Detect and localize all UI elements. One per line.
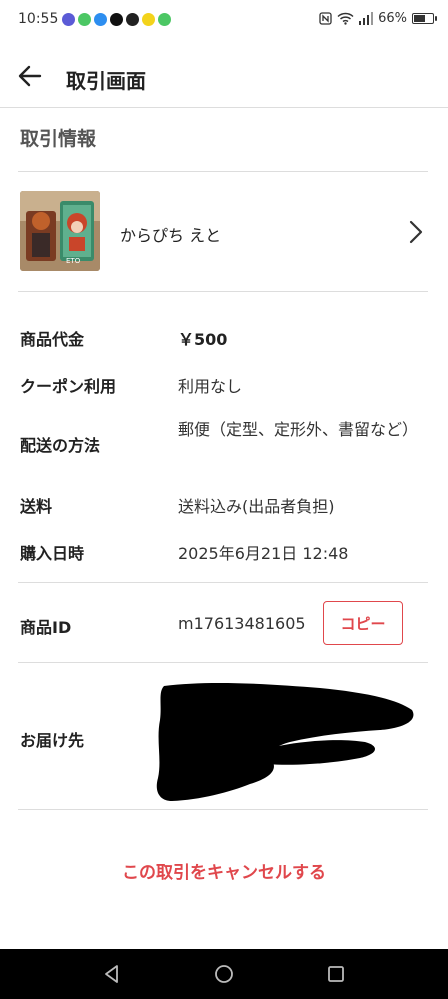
- app-bar: 取引画面: [0, 48, 448, 108]
- price-value: ￥500: [178, 330, 228, 349]
- yellow-app-icon: [142, 13, 155, 26]
- shipping-fee-value: 送料込み(出品者負担): [178, 497, 335, 516]
- line-green-app-icon: [78, 13, 91, 26]
- wifi-icon: [337, 12, 354, 25]
- coupon-value: 利用なし: [178, 377, 243, 396]
- shipping-fee-label: 送料: [20, 497, 53, 516]
- divider: [18, 662, 428, 663]
- system-nav-bar: [0, 949, 448, 999]
- purchase-date-value: 2025年6月21日 12:48: [178, 544, 349, 563]
- page-title: 取引画面: [66, 69, 146, 93]
- arrow-left-icon: [18, 65, 42, 87]
- status-indicators: 66%: [319, 11, 437, 26]
- line-app-icon: [158, 13, 171, 26]
- item-id-value: m17613481605: [178, 614, 306, 633]
- copy-button[interactable]: コピー: [323, 601, 403, 645]
- coupon-label: クーポン利用: [20, 377, 117, 396]
- item-row[interactable]: ETO からぴち えと: [0, 172, 448, 292]
- svg-text:ETO: ETO: [66, 257, 81, 265]
- item-thumbnail: ETO: [20, 191, 100, 271]
- cancel-transaction-button[interactable]: この取引をキャンセルする: [0, 858, 448, 883]
- purchase-date-label: 購入日時: [20, 544, 85, 563]
- chevron-right-icon: [409, 220, 423, 244]
- item-id-label: 商品ID: [20, 618, 72, 637]
- status-time: 10:55: [18, 11, 59, 27]
- blue-app-icon: [94, 13, 107, 26]
- home-circle-icon[interactable]: [212, 962, 236, 986]
- black-app-icon: [126, 13, 139, 26]
- section-title: 取引情報: [20, 128, 97, 150]
- shipping-method-label: 配送の方法: [20, 436, 101, 455]
- address-label: お届け先: [20, 731, 85, 750]
- price-label: 商品代金: [20, 330, 85, 349]
- signal-icon: [359, 12, 374, 25]
- item-name: からぴち えと: [120, 226, 222, 245]
- address-redaction: [156, 682, 414, 801]
- battery-icon: [412, 13, 437, 24]
- battery-percent: 66%: [378, 11, 407, 26]
- divider: [18, 809, 428, 810]
- back-button[interactable]: [14, 60, 46, 92]
- divider: [18, 582, 428, 583]
- nfc-icon: [319, 12, 332, 25]
- tiktok-app-icon: [110, 13, 123, 26]
- shipping-method-value: 郵便（定型、定形外、書留など）: [178, 420, 419, 439]
- notification-icons: [62, 13, 171, 26]
- messenger-app-icon: [62, 13, 75, 26]
- recents-square-icon[interactable]: [324, 962, 348, 986]
- status-bar: 10:55 66%: [0, 0, 448, 40]
- divider: [18, 291, 428, 292]
- back-triangle-icon[interactable]: [100, 962, 124, 986]
